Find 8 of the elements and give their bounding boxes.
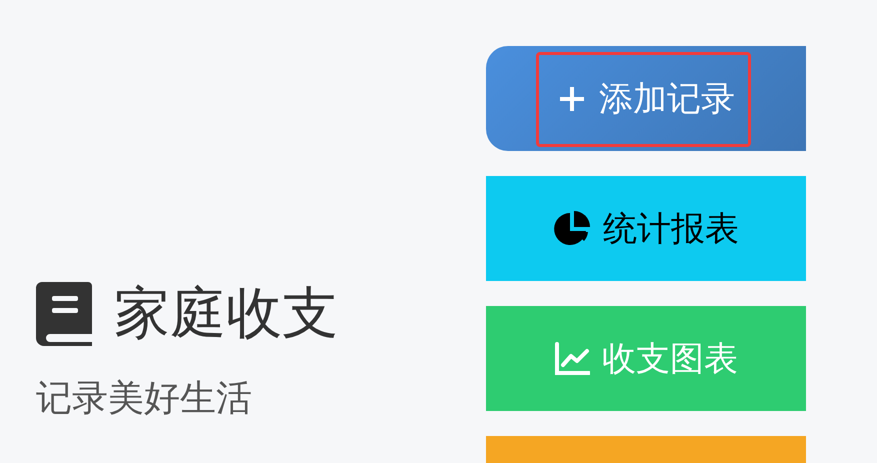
menu-button[interactable]: 统计报表 xyxy=(486,176,806,281)
menu-button[interactable]: 添加记录 xyxy=(486,46,806,151)
app-title: 家庭收支 xyxy=(114,280,338,348)
app-subtitle: 记录美好生活 xyxy=(36,377,253,420)
menu-button[interactable]: 收支图表 xyxy=(486,306,806,411)
line-chart-icon xyxy=(554,342,590,376)
pie-chart-icon xyxy=(553,210,591,248)
book-icon xyxy=(36,282,94,346)
